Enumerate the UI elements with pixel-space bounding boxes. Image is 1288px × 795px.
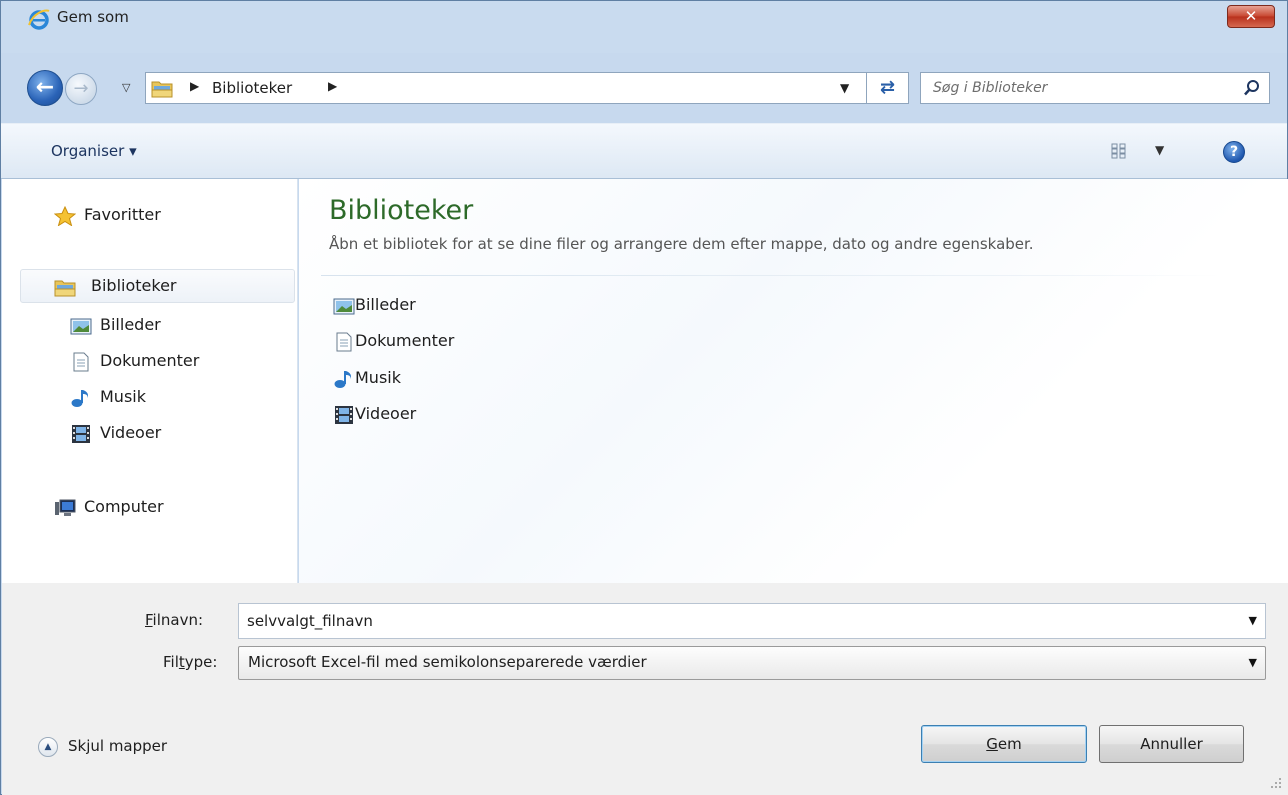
- document-icon: [73, 352, 89, 372]
- change-view-button[interactable]: ▼: [1111, 141, 1181, 163]
- library-item-label: Dokumenter: [355, 331, 455, 350]
- library-item-dokumenter[interactable]: Dokumenter: [333, 327, 533, 357]
- close-button[interactable]: ✕: [1227, 5, 1275, 28]
- organise-button[interactable]: Organiser ▾: [51, 142, 137, 160]
- cancel-button[interactable]: Annuller: [1099, 725, 1244, 763]
- save-form: Filnavn: ▼ Filtype: Microsoft Excel-fil …: [2, 583, 1288, 795]
- save-button[interactable]: Gem: [921, 725, 1087, 763]
- forward-button[interactable]: →: [65, 73, 97, 105]
- internet-explorer-icon: [28, 9, 50, 30]
- breadcrumb-arrow-icon[interactable]: ▶: [190, 79, 199, 93]
- collapse-up-icon: ▲: [38, 737, 58, 757]
- filename-label: Filnavn:: [145, 611, 204, 629]
- chevron-down-icon[interactable]: ▼: [1249, 614, 1257, 627]
- address-bar[interactable]: ▶ Biblioteker ▶ ▼: [145, 72, 867, 104]
- sidebar-item-computer[interactable]: Computer: [24, 491, 274, 525]
- close-icon: ✕: [1244, 7, 1258, 25]
- refresh-button[interactable]: ⇄: [867, 72, 909, 104]
- search-box[interactable]: [920, 72, 1270, 104]
- sidebar-item-label: Favoritter: [84, 205, 161, 224]
- libraries-folder-icon: [151, 81, 173, 98]
- filetype-value: Microsoft Excel-fil med semikolonseparer…: [248, 653, 647, 671]
- sidebar-item-dokumenter[interactable]: Dokumenter: [70, 345, 270, 379]
- hide-folders-label: Skjul mapper: [68, 737, 168, 755]
- library-item-label: Videoer: [355, 404, 417, 423]
- help-icon[interactable]: ?: [1223, 141, 1245, 163]
- sidebar-item-label: Musik: [100, 387, 146, 406]
- content-pane: Biblioteker Åbn et bibliotek for at se d…: [299, 179, 1288, 583]
- library-item-billeder[interactable]: Billeder: [333, 291, 533, 321]
- navigation-bar: ← → ▽ ▶ Biblioteker ▶ ▼ ⇄: [1, 53, 1287, 123]
- page-subtitle: Åbn et bibliotek for at se dine filer og…: [329, 235, 1034, 253]
- recent-locations-chevron-icon[interactable]: ▽: [122, 81, 130, 94]
- music-note-icon: [71, 390, 88, 407]
- filename-combobox[interactable]: ▼: [238, 603, 1266, 639]
- back-arrow-icon: ←: [35, 75, 55, 100]
- document-icon: [336, 332, 352, 352]
- filetype-select[interactable]: Microsoft Excel-fil med semikolonseparer…: [238, 646, 1266, 680]
- refresh-icon: ⇄: [879, 77, 896, 98]
- library-item-musik[interactable]: Musik: [333, 364, 533, 394]
- search-input[interactable]: [933, 77, 1223, 99]
- title-bar: Gem som ✕: [1, 1, 1287, 53]
- command-toolbar: Organiser ▾ ▼ ?: [1, 123, 1287, 179]
- music-note-icon: [334, 371, 351, 388]
- film-icon: [72, 425, 90, 443]
- divider: [321, 275, 1221, 276]
- libraries-folder-icon: [54, 280, 76, 297]
- forward-arrow-icon: →: [73, 78, 89, 99]
- sidebar-item-musik[interactable]: Musik: [70, 381, 270, 415]
- library-item-label: Billeder: [355, 295, 416, 314]
- address-dropdown-icon[interactable]: ▼: [840, 81, 849, 95]
- breadcrumb-biblioteker[interactable]: Biblioteker: [212, 79, 292, 97]
- sidebar-item-label: Videoer: [100, 423, 162, 442]
- library-item-label: Musik: [355, 368, 401, 387]
- filename-field[interactable]: [247, 610, 1227, 632]
- sidebar-item-label: Billeder: [100, 315, 161, 334]
- resize-grip-icon[interactable]: [1270, 777, 1282, 789]
- sidebar-item-label: Biblioteker: [91, 276, 177, 295]
- sidebar-item-label: Computer: [84, 497, 164, 516]
- sidebar-item-videoer[interactable]: Videoer: [70, 417, 270, 451]
- navigation-pane: Favoritter Biblioteker Billeder Dokument…: [2, 179, 298, 583]
- sidebar-item-label: Dokumenter: [100, 351, 200, 370]
- breadcrumb-arrow-icon[interactable]: ▶: [328, 79, 337, 93]
- sidebar-item-biblioteker[interactable]: Biblioteker: [20, 269, 295, 303]
- page-title: Biblioteker: [329, 195, 474, 226]
- save-as-dialog: Gem som ✕ ← → ▽ ▶ Biblioteker ▶ ▼ ⇄ Søg …: [0, 0, 1288, 795]
- window-title: Gem som: [57, 8, 129, 26]
- computer-icon: [55, 499, 76, 516]
- filetype-label: Filtype:: [163, 653, 218, 671]
- view-grid-icon: [1111, 143, 1126, 159]
- library-item-videoer[interactable]: Videoer: [333, 400, 533, 430]
- view-dropdown-icon[interactable]: ▼: [1155, 143, 1164, 157]
- pictures-icon: [333, 298, 355, 315]
- sidebar-item-billeder[interactable]: Billeder: [70, 309, 270, 343]
- sidebar-item-favoritter[interactable]: Favoritter: [24, 199, 274, 233]
- star-icon: [54, 206, 76, 226]
- back-button[interactable]: ←: [27, 70, 63, 106]
- chevron-down-icon[interactable]: ▼: [1249, 656, 1257, 669]
- pictures-icon: [70, 318, 92, 335]
- search-icon[interactable]: [1243, 79, 1261, 97]
- film-icon: [335, 406, 353, 424]
